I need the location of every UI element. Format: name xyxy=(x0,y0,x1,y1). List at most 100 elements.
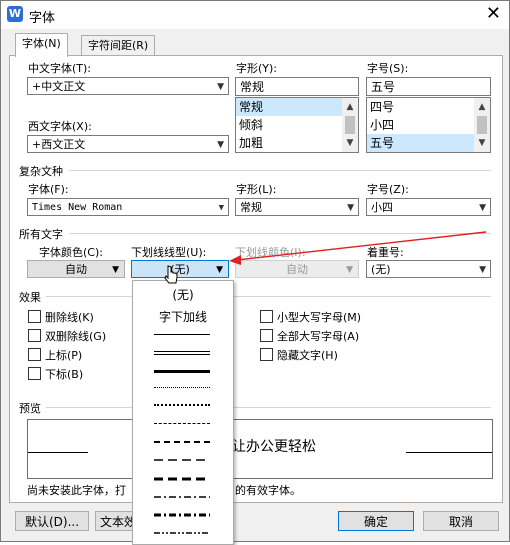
underline-option-dashed[interactable] xyxy=(154,423,210,424)
underline-option-double[interactable] xyxy=(154,351,210,355)
tab-character-spacing[interactable]: 字符间距(R) xyxy=(81,35,156,56)
underline-option-words-only[interactable]: 字下加线 xyxy=(133,308,233,325)
font-size-label: 字号(S): xyxy=(367,62,409,75)
font-dialog: W 字体 ✕ 字体(N) 字符间距(R) 中文字体(T): +中文正文 ▼ 西文… xyxy=(0,0,510,545)
cancel-button[interactable]: 取消 xyxy=(423,511,499,531)
default-button[interactable]: 默认(D)... xyxy=(15,511,89,531)
subscript-checkbox[interactable] xyxy=(28,367,41,380)
underline-option-dash-long[interactable] xyxy=(154,457,210,463)
underline-option-dot-dash-heavy[interactable] xyxy=(154,512,210,518)
list-item[interactable]: 常规 xyxy=(236,98,358,116)
font-size-input[interactable]: 五号 xyxy=(366,77,491,96)
scrollbar[interactable]: ▲ ▼ xyxy=(474,98,490,152)
chevron-down-icon: ▼ xyxy=(112,265,119,275)
small-caps-checkbox[interactable] xyxy=(260,310,273,323)
underline-option-single[interactable] xyxy=(154,334,210,335)
list-item[interactable]: 小四 xyxy=(367,116,490,134)
chevron-up-icon[interactable]: ▲ xyxy=(342,100,358,114)
complex-size-value: 小四 xyxy=(371,201,393,214)
complex-font-label: 字体(F): xyxy=(28,183,69,196)
tab-font[interactable]: 字体(N) xyxy=(15,33,68,57)
list-item[interactable]: 四号 xyxy=(367,98,490,116)
dialog-title: 字体 xyxy=(29,11,56,26)
hidden-text-label: 隐藏文字(H) xyxy=(277,349,338,362)
complex-section-title: 复杂文种 xyxy=(19,165,63,178)
strikethrough-label: 删除线(K) xyxy=(45,311,94,324)
complex-style-select[interactable]: 常规 ▼ xyxy=(235,198,359,216)
superscript-checkbox[interactable] xyxy=(28,348,41,361)
preview-note-start: 尚未安装此字体，打 xyxy=(27,484,126,497)
underline-option-dotted[interactable] xyxy=(154,387,210,388)
preview-baseline-left xyxy=(28,452,88,453)
complex-style-value: 常规 xyxy=(240,201,262,214)
list-item[interactable]: 五号 xyxy=(367,134,490,152)
scrollbar-thumb[interactable] xyxy=(345,116,355,134)
list-item[interactable]: 倾斜 xyxy=(236,116,358,134)
complex-size-label: 字号(Z): xyxy=(367,183,409,196)
underline-option-dotted-heavy[interactable] xyxy=(154,404,210,406)
font-style-list[interactable]: 常规 倾斜 加粗 ▲ ▼ xyxy=(235,97,359,153)
title-bar: W 字体 ✕ xyxy=(1,1,509,29)
underline-style-label: 下划线线型(U): xyxy=(131,246,207,259)
chevron-down-icon: ▼ xyxy=(217,140,224,150)
strikethrough-checkbox[interactable] xyxy=(28,310,41,323)
divider xyxy=(46,407,491,408)
chevron-down-icon[interactable]: ▼ xyxy=(474,136,490,150)
preview-note-end: 的有效字体。 xyxy=(235,484,301,497)
chevron-down-icon: ▼ xyxy=(479,203,486,213)
small-caps-label: 小型大写字母(M) xyxy=(277,311,362,324)
chinese-font-select[interactable]: +中文正文 ▼ xyxy=(27,77,229,95)
underline-option-dot-dash[interactable] xyxy=(154,494,210,500)
complex-size-select[interactable]: 小四 ▼ xyxy=(366,198,491,216)
complex-font-select[interactable]: Times New Roman ▼ xyxy=(27,198,229,216)
underline-option-dashed-heavy[interactable] xyxy=(154,441,210,443)
double-strikethrough-label: 双删除线(G) xyxy=(45,330,107,343)
chevron-up-icon[interactable]: ▲ xyxy=(474,100,490,114)
font-style-input[interactable]: 常规 xyxy=(235,77,359,96)
all-text-section-title: 所有文字 xyxy=(19,228,63,241)
chinese-font-label: 中文字体(T): xyxy=(28,62,92,75)
western-font-value: +西文正文 xyxy=(32,138,86,151)
complex-font-value: Times New Roman xyxy=(32,202,123,213)
preview-sample-text: 让办公更轻松 xyxy=(232,439,316,455)
font-style-label: 字形(Y): xyxy=(236,62,278,75)
effects-section-title: 效果 xyxy=(19,291,41,304)
underline-option-dot-dot-dash[interactable] xyxy=(154,530,210,536)
font-size-list[interactable]: 四号 小四 五号 ▲ ▼ xyxy=(366,97,491,153)
font-color-label: 字体颜色(C): xyxy=(39,246,103,259)
ok-button[interactable]: 确定 xyxy=(338,511,414,531)
divider xyxy=(69,170,491,171)
preview-baseline-right xyxy=(406,452,492,453)
annotation-arrow-icon xyxy=(229,231,487,265)
all-caps-label: 全部大写字母(A) xyxy=(277,330,360,343)
underline-option-thick[interactable] xyxy=(154,370,210,373)
scrollbar[interactable]: ▲ ▼ xyxy=(342,98,358,152)
complex-style-label: 字形(L): xyxy=(236,183,277,196)
font-color-button[interactable]: 自动 ▼ xyxy=(27,260,125,278)
underline-option-dash-long-heavy[interactable] xyxy=(154,476,210,482)
double-strikethrough-checkbox[interactable] xyxy=(28,329,41,342)
western-font-select[interactable]: +西文正文 ▼ xyxy=(27,135,229,153)
font-color-value: 自动 xyxy=(65,263,87,276)
divider xyxy=(46,296,491,297)
preview-section-title: 预览 xyxy=(19,402,41,415)
all-caps-checkbox[interactable] xyxy=(260,329,273,342)
underline-style-button[interactable]: (无) ▼ xyxy=(131,260,229,278)
underline-option-none[interactable]: (无) xyxy=(133,286,233,303)
chevron-down-icon: ▼ xyxy=(217,82,224,92)
chinese-font-value: +中文正文 xyxy=(32,80,86,93)
preview-box: 让办公更轻松 xyxy=(27,419,493,479)
chevron-down-icon: ▼ xyxy=(218,203,224,213)
superscript-label: 上标(P) xyxy=(45,349,83,362)
chevron-down-icon[interactable]: ▼ xyxy=(342,136,358,150)
western-font-label: 西文字体(X): xyxy=(28,120,92,133)
close-icon[interactable]: ✕ xyxy=(486,4,501,24)
subscript-label: 下标(B) xyxy=(45,368,84,381)
chevron-down-icon: ▼ xyxy=(347,203,354,213)
list-item[interactable]: 加粗 xyxy=(236,134,358,152)
wps-writer-icon: W xyxy=(7,6,23,22)
underline-style-popup[interactable]: (无) 字下加线 xyxy=(132,280,234,545)
mouse-pointer-icon xyxy=(164,265,178,284)
hidden-text-checkbox[interactable] xyxy=(260,348,273,361)
scrollbar-thumb[interactable] xyxy=(477,116,487,134)
